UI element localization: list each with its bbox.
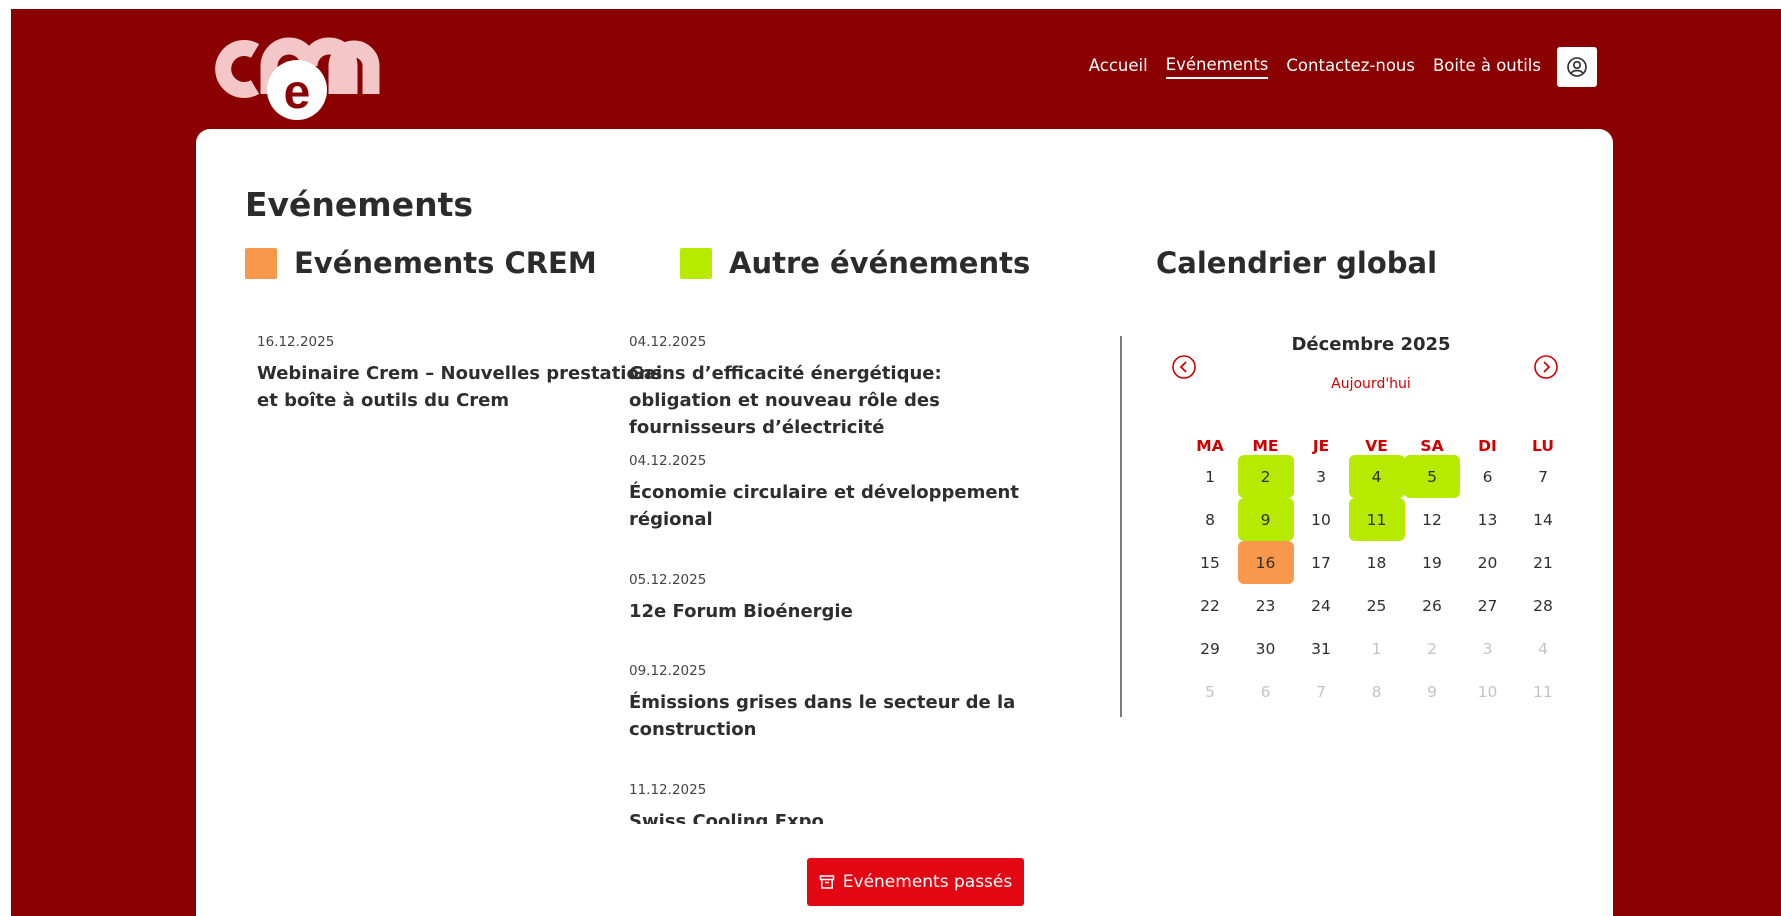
calendar-day[interactable]: 17 xyxy=(1293,541,1349,584)
past-events-button[interactable]: Evénements passés xyxy=(807,858,1024,906)
calendar-day-outside-month: 5 xyxy=(1205,682,1215,701)
calendar-heading: Calendrier global xyxy=(1156,246,1438,280)
calendar-day[interactable]: 4 xyxy=(1348,455,1405,498)
calendar-day[interactable]: 10 xyxy=(1293,498,1349,541)
calendar-day[interactable]: 15 xyxy=(1182,541,1238,584)
other-events-heading: Autre événements xyxy=(680,246,1030,280)
calendar-day[interactable]: 26 xyxy=(1404,584,1460,627)
event-title[interactable]: Gains d’efficacité énergétique: obligati… xyxy=(629,360,1039,441)
calendar-day[interactable]: 25 xyxy=(1349,584,1405,627)
calendar-day[interactable]: 7 xyxy=(1515,455,1571,498)
calendar-day[interactable]: 19 xyxy=(1404,541,1460,584)
crem-events-heading: Evénements CREM xyxy=(245,246,597,280)
calendar-day-outside-month: 7 xyxy=(1316,682,1326,701)
calendar-day[interactable]: 21 xyxy=(1515,541,1571,584)
calendar-day[interactable]: 23 xyxy=(1238,584,1294,627)
calendar-day-outside-month: 11 xyxy=(1533,682,1553,701)
page-title: Evénements xyxy=(245,185,473,224)
calendar-day-outside-month: 6 xyxy=(1260,682,1271,701)
calendar-day[interactable]: 31 xyxy=(1293,627,1349,670)
calendar-day[interactable]: 16 xyxy=(1237,541,1294,584)
calendar-day-outside-month: 3 xyxy=(1482,639,1493,658)
other-event-item[interactable]: 04.12.2025 Gains d’efficacité énergétiqu… xyxy=(629,334,1039,441)
crem-color-swatch xyxy=(245,247,277,279)
calendar-day[interactable]: 27 xyxy=(1460,584,1516,627)
event-title[interactable]: Économie circulaire et développement rég… xyxy=(629,479,1039,533)
nav-contact[interactable]: Contactez-nous xyxy=(1286,56,1415,78)
calendar-day-outside-month: 4 xyxy=(1538,639,1548,658)
calendar-day-outside-month: 1 xyxy=(1371,639,1382,658)
calendar-day[interactable]: 2 xyxy=(1237,455,1294,498)
weekday-header: MA xyxy=(1196,437,1224,455)
chevron-right-circle-icon[interactable] xyxy=(1533,354,1559,380)
crem-event-item[interactable]: 16.12.2025 Webinaire Crem – Nouvelles pr… xyxy=(257,334,667,414)
calendar-day[interactable]: 11 xyxy=(1348,498,1405,541)
main-nav: Accueil Evénements Contactez-nous Boite … xyxy=(1071,47,1597,87)
calendar-day[interactable]: 30 xyxy=(1238,627,1294,670)
column-divider xyxy=(1120,336,1122,717)
calendar-day-outside-month: 9 xyxy=(1427,682,1437,701)
weekday-header: ME xyxy=(1252,437,1279,455)
calendar-day[interactable]: 6 xyxy=(1460,455,1516,498)
calendar-day[interactable]: 1 xyxy=(1182,455,1238,498)
event-date: 09.12.2025 xyxy=(629,663,707,679)
event-date: 11.12.2025 xyxy=(629,782,707,798)
weekday-header: VE xyxy=(1365,437,1388,455)
content-card: Evénements Evénements CREM Autre événeme… xyxy=(196,129,1613,916)
calendar-day[interactable]: 18 xyxy=(1349,541,1405,584)
calendar-day[interactable]: 13 xyxy=(1460,498,1516,541)
calendar-day[interactable]: 22 xyxy=(1182,584,1238,627)
calendar-day[interactable]: 29 xyxy=(1182,627,1238,670)
weekday-header: JE xyxy=(1312,437,1330,455)
event-title[interactable]: Swiss Cooling Expo xyxy=(629,808,1039,824)
other-color-swatch xyxy=(680,247,712,279)
calendar-day[interactable]: 14 xyxy=(1515,498,1571,541)
calendar-day[interactable]: 12 xyxy=(1404,498,1460,541)
calendar-day[interactable]: 20 xyxy=(1460,541,1516,584)
today-link[interactable]: Aujourd'hui xyxy=(1171,376,1571,392)
event-date: 04.12.2025 xyxy=(629,334,707,350)
event-title[interactable]: Émissions grises dans le secteur de la c… xyxy=(629,689,1039,743)
calendar-day[interactable]: 9 xyxy=(1237,498,1294,541)
user-circle-icon xyxy=(1567,57,1587,77)
calendar-day-outside-month: 2 xyxy=(1427,639,1437,658)
other-event-item[interactable]: 04.12.2025 Économie circulaire et dévelo… xyxy=(629,453,1039,533)
chevron-left-circle-icon[interactable] xyxy=(1171,354,1197,380)
past-events-label: Evénements passés xyxy=(842,872,1013,892)
other-event-item[interactable]: 05.12.2025 12e Forum Bioénergie xyxy=(629,572,1039,625)
calendar-day[interactable]: 8 xyxy=(1182,498,1238,541)
other-events-list[interactable]: 04.12.2025 Gains d’efficacité énergétiqu… xyxy=(629,321,1049,824)
weekday-header: SA xyxy=(1420,437,1444,455)
event-date: 16.12.2025 xyxy=(257,334,335,350)
other-event-item[interactable]: 09.12.2025 Émissions grises dans le sect… xyxy=(629,663,1039,743)
other-event-item[interactable]: 11.12.2025 Swiss Cooling Expo xyxy=(629,782,1039,824)
event-title[interactable]: Webinaire Crem – Nouvelles prestations e… xyxy=(257,360,667,414)
svg-text:e: e xyxy=(284,66,311,119)
weekday-header: LU xyxy=(1532,437,1554,455)
event-title[interactable]: 12e Forum Bioénergie xyxy=(629,598,1039,625)
event-date: 05.12.2025 xyxy=(629,572,707,588)
account-button[interactable] xyxy=(1557,47,1597,87)
calendar-day-outside-month: 8 xyxy=(1371,682,1382,701)
calendar-day[interactable]: 28 xyxy=(1515,584,1571,627)
crem-logo[interactable]: e xyxy=(211,36,401,126)
weekday-header: DI xyxy=(1478,437,1497,455)
calendar-month: Décembre 2025 xyxy=(1291,334,1451,355)
calendar-day[interactable]: 3 xyxy=(1293,455,1349,498)
nav-boite-outils[interactable]: Boite à outils xyxy=(1433,56,1541,78)
event-date: 04.12.2025 xyxy=(629,453,707,469)
archive-icon xyxy=(819,875,835,889)
nav-accueil[interactable]: Accueil xyxy=(1089,56,1148,78)
calendar-day-outside-month: 10 xyxy=(1477,682,1498,701)
page-background: e Accueil Evénements Contactez-nous Boit… xyxy=(11,9,1781,916)
calendar-day[interactable]: 24 xyxy=(1293,584,1349,627)
nav-evenements[interactable]: Evénements xyxy=(1165,55,1269,79)
calendar-day[interactable]: 5 xyxy=(1404,455,1460,498)
